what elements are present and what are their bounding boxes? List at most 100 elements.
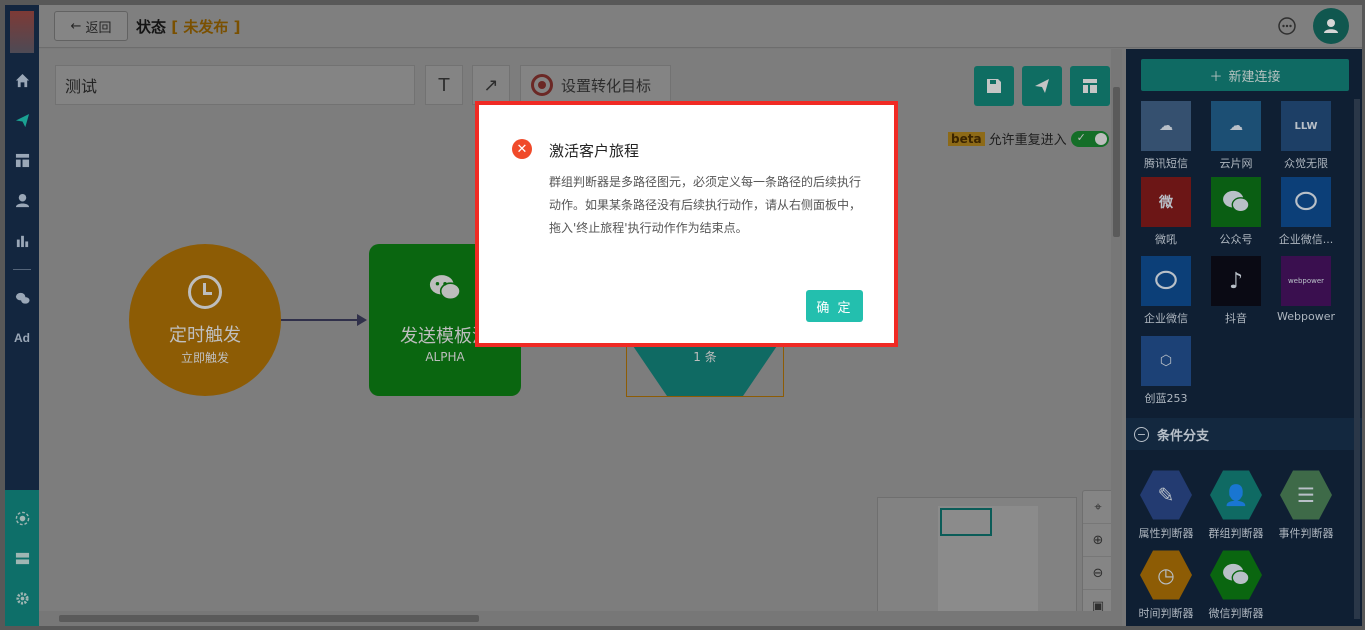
zoom-out-icon[interactable]: ⊖	[1083, 557, 1113, 590]
timer-node-title: 定时触发	[169, 324, 241, 346]
condition-branch-section[interactable]: − 条件分支	[1126, 418, 1362, 450]
confirm-button[interactable]: 确 定	[806, 290, 863, 322]
group-judge-node[interactable]: 1 条	[626, 339, 784, 397]
home-icon[interactable]	[5, 66, 39, 94]
user-icon[interactable]	[5, 186, 39, 214]
nav-bottom-tools	[5, 490, 39, 626]
connector-arrow	[281, 314, 367, 326]
reentry-label: 允许重复进入	[988, 133, 1067, 148]
section-title: 条件分支	[1157, 428, 1210, 444]
save-button[interactable]	[974, 66, 1014, 106]
left-nav: Ad	[5, 5, 39, 626]
nav-divider	[13, 269, 31, 270]
condition-event[interactable]: ☰ 事件判断器	[1274, 469, 1338, 541]
top-bar: ← 返回 状态 [ 未发布 ]	[39, 5, 1362, 48]
timer-trigger-node[interactable]: 定时触发 立即触发	[129, 244, 281, 396]
chat-bubble-icon[interactable]	[1277, 16, 1297, 36]
vhall-logo-icon: 微	[1141, 177, 1191, 227]
send-icon[interactable]	[5, 106, 39, 134]
channel-chuanglan[interactable]: ⬡ 创蓝253	[1134, 336, 1198, 406]
arrow-tool-button[interactable]: ↗	[472, 65, 510, 105]
beta-badge: beta	[948, 131, 985, 146]
layout-icon[interactable]	[5, 146, 39, 174]
channel-wecom-1[interactable]: 企业微信...	[1274, 177, 1338, 247]
condition-group[interactable]: 👤 群组判断器	[1204, 469, 1268, 541]
user-group-icon: 👤	[1210, 470, 1262, 520]
channel-zhongjue[interactable]: LLW 众觉无限	[1274, 101, 1338, 171]
weidu-logo-icon: LLW	[1281, 101, 1331, 151]
zoom-controls: ⌖ ⊕ ⊖ ▣	[1082, 490, 1114, 624]
canvas-vertical-scrollbar[interactable]	[1111, 49, 1122, 626]
layout-button[interactable]	[1070, 66, 1110, 106]
webpower-logo-icon: webpower	[1281, 256, 1331, 306]
panel-scrollbar[interactable]	[1354, 99, 1360, 619]
arrow-left-icon: ←	[70, 18, 82, 34]
group-node-count: 1 条	[629, 340, 781, 396]
page-title-text: 状态	[136, 18, 167, 36]
zoom-in-icon[interactable]: ⊕	[1083, 524, 1113, 557]
save-icon	[987, 79, 1001, 93]
reentry-toggle[interactable]	[1070, 130, 1109, 147]
cloud-icon: ☁	[1141, 101, 1191, 151]
error-dialog: ✕ 激活客户旅程 群组判断器是多路径图元，必须定义每一条路径的后续执行动作。如果…	[475, 101, 898, 347]
wecom-icon	[1281, 177, 1331, 227]
wechat-icon	[1210, 550, 1262, 600]
new-connection-button[interactable]: ＋ 新建连接	[1141, 59, 1349, 91]
new-connection-label: 新建连接	[1228, 69, 1281, 85]
component-panel: ＋ 新建连接 ☁ 腾讯短信 ☁ 云片网 LLW 众觉无限 微 微吼 公众号 企业…	[1126, 49, 1362, 626]
send-icon	[1035, 79, 1049, 93]
reentry-setting: beta 允许重复进入	[948, 129, 1109, 148]
text-tool-button[interactable]: T	[425, 65, 463, 105]
error-icon: ✕	[512, 139, 532, 159]
condition-attribute[interactable]: ✎ 属性判断器	[1134, 469, 1198, 541]
plus-icon: ＋	[1209, 69, 1223, 85]
settings-gear-icon[interactable]	[5, 584, 39, 612]
wecom-icon	[1141, 256, 1191, 306]
wechat-node-subtitle: ALPHA	[425, 350, 465, 364]
wechat-icon[interactable]	[5, 284, 39, 312]
tiktok-icon: ♪	[1211, 256, 1261, 306]
network-icon[interactable]	[5, 504, 39, 532]
dialog-title: 激活客户旅程	[549, 142, 640, 160]
back-button[interactable]: ← 返回	[54, 11, 128, 41]
clock-icon	[188, 274, 222, 309]
avatar[interactable]	[1313, 8, 1349, 44]
condition-time[interactable]: ◷ 时间判断器	[1134, 549, 1198, 621]
bar-chart-icon[interactable]	[5, 226, 39, 254]
set-goal-button[interactable]: 设置转化目标	[520, 65, 671, 105]
condition-wechat[interactable]: 微信判断器	[1204, 549, 1268, 621]
hexagon-logo-icon: ⬡	[1141, 336, 1191, 386]
user-avatar-icon	[1324, 19, 1338, 33]
edit-icon: ✎	[1140, 470, 1192, 520]
app-logo	[10, 11, 34, 53]
wechat-icon	[428, 274, 462, 308]
target-icon	[531, 74, 553, 96]
list-icon: ☰	[1280, 470, 1332, 520]
channel-yunpian[interactable]: ☁ 云片网	[1204, 101, 1268, 171]
channel-douyin[interactable]: ♪ 抖音	[1204, 256, 1268, 326]
collapse-icon[interactable]: −	[1134, 426, 1149, 442]
layout-icon	[1083, 79, 1097, 93]
back-label: 返回	[85, 20, 112, 36]
channel-vhall[interactable]: 微 微吼	[1134, 177, 1198, 247]
app-window: Ad ← 返回 状态 [ 未发布 ] 测试 T ↗ 设置转化目标 beta 允许…	[5, 5, 1362, 626]
channel-official-account[interactable]: 公众号	[1204, 177, 1268, 247]
canvas-horizontal-scrollbar[interactable]	[39, 611, 1111, 626]
status-badge: [ 未发布 ]	[171, 18, 241, 36]
channel-webpower[interactable]: webpower Webpower	[1274, 256, 1338, 323]
publish-button[interactable]	[1022, 66, 1062, 106]
journey-name-input[interactable]: 测试	[55, 65, 415, 105]
cloud-link-icon: ☁	[1211, 101, 1261, 151]
server-icon[interactable]	[5, 544, 39, 572]
dialog-message: 群组判断器是多路径图元，必须定义每一条路径的后续执行动作。如果某条路径没有后续执…	[549, 175, 862, 235]
minimap-viewport[interactable]	[940, 508, 992, 536]
minimap[interactable]	[877, 497, 1077, 625]
timer-node-subtitle: 立即触发	[180, 350, 229, 365]
channel-wecom-2[interactable]: 企业微信	[1134, 256, 1198, 326]
ad-icon[interactable]: Ad	[5, 324, 39, 352]
clock-icon: ◷	[1140, 550, 1192, 600]
channel-tencent-sms[interactable]: ☁ 腾讯短信	[1134, 101, 1198, 171]
wechat-icon	[1211, 177, 1261, 227]
locate-icon[interactable]: ⌖	[1083, 491, 1113, 524]
page-title: 状态 [ 未发布 ]	[136, 16, 240, 37]
